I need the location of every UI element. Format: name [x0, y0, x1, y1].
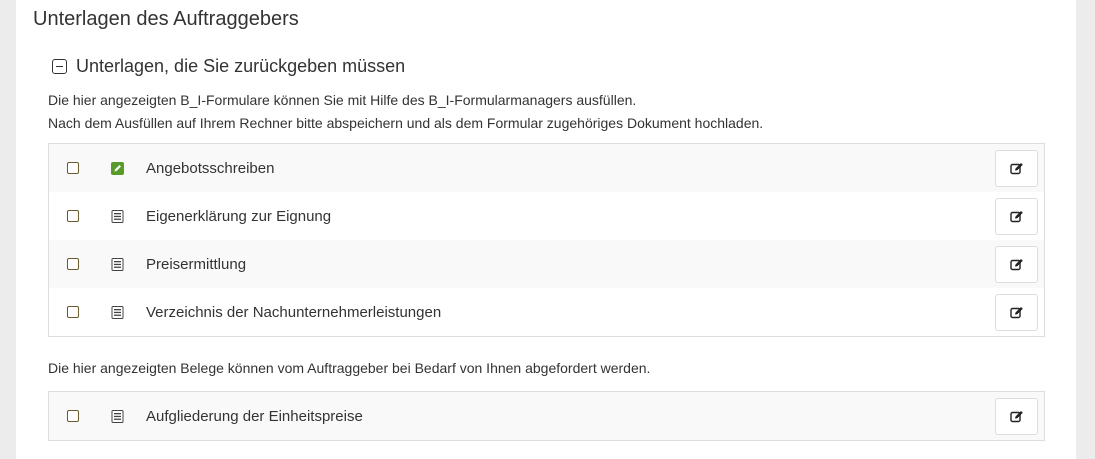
- row-checkbox[interactable]: [67, 162, 79, 174]
- edit-button[interactable]: [995, 197, 1038, 235]
- info-line-1: Die hier angezeigten B_I-Formulare könne…: [48, 92, 637, 108]
- section-title: Unterlagen, die Sie zurückgeben müssen: [76, 56, 406, 76]
- row-checkbox[interactable]: [67, 210, 79, 222]
- edit-icon: [1009, 410, 1023, 422]
- list-item: Preisermittlung: [49, 240, 1044, 288]
- page-title: Unterlagen des Auftraggebers: [33, 8, 299, 30]
- list-item: Angebotsschreiben: [49, 144, 1044, 192]
- row-label: Angebotsschreiben: [146, 159, 275, 177]
- row-checkbox[interactable]: [67, 258, 79, 270]
- info-line-2: Nach dem Ausfüllen auf Ihrem Rechner bit…: [48, 115, 764, 131]
- list-item: Eigenerklärung zur Eignung: [49, 192, 1044, 240]
- form-document-icon: [111, 305, 124, 319]
- row-label: Preisermittlung: [146, 255, 247, 273]
- list-item: Aufgliederung der Einheitspreise: [49, 392, 1044, 440]
- collapse-icon[interactable]: [52, 59, 67, 74]
- content-panel: Unterlagen des Auftraggebers Unterlagen,…: [16, 0, 1076, 459]
- form-document-icon: [111, 257, 124, 271]
- edit-icon: [1009, 306, 1023, 318]
- row-label: Eigenerklärung zur Eignung: [146, 207, 332, 225]
- edit-button[interactable]: [995, 397, 1038, 435]
- row-checkbox[interactable]: [67, 410, 79, 422]
- edit-button[interactable]: [995, 293, 1038, 331]
- section-header[interactable]: Unterlagen, die Sie zurückgeben müssen: [52, 56, 405, 77]
- edit-button[interactable]: [995, 149, 1038, 187]
- form-document-icon: [111, 409, 124, 423]
- edit-icon: [1009, 162, 1023, 174]
- edit-button[interactable]: [995, 245, 1038, 283]
- edit-icon: [1009, 210, 1023, 222]
- forms-list: Angebotsschreiben Eigenerklärung zur Eig…: [48, 143, 1045, 337]
- edit-icon: [1009, 258, 1023, 270]
- belege-info: Die hier angezeigten Belege können vom A…: [48, 360, 651, 376]
- form-document-icon: [111, 209, 124, 223]
- list-item: Verzeichnis der Nachunternehmerleistunge…: [49, 288, 1044, 336]
- row-checkbox[interactable]: [67, 306, 79, 318]
- green-edit-icon: [111, 161, 124, 175]
- row-label: Aufgliederung der Einheitspreise: [146, 407, 363, 425]
- section-info: Die hier angezeigten B_I-Formulare könne…: [48, 89, 763, 135]
- row-label: Verzeichnis der Nachunternehmerleistunge…: [146, 303, 442, 321]
- belege-list: Aufgliederung der Einheitspreise: [48, 391, 1045, 441]
